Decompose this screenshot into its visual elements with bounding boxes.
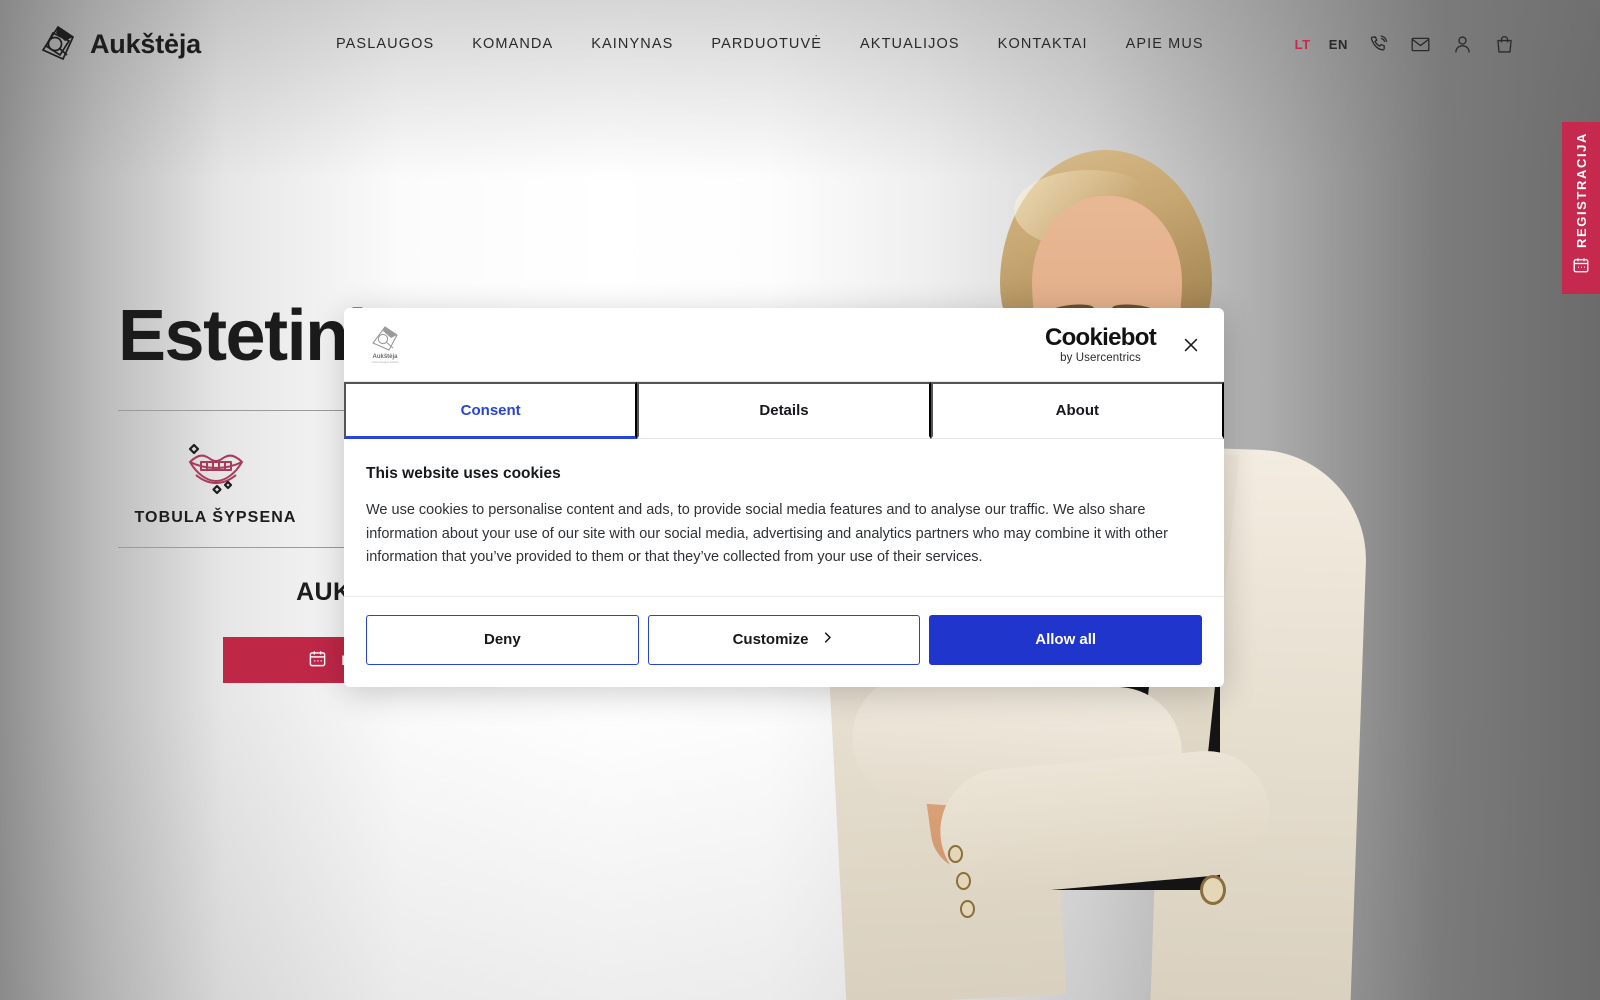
tab-details[interactable]: Details — [637, 382, 931, 439]
blazer-button-large — [1200, 875, 1226, 905]
envelope-icon[interactable] — [1408, 32, 1432, 56]
nav-item-apie-mus[interactable]: APIE MUS — [1126, 36, 1204, 52]
cookie-dialog-header: Aukštėja odontologijos klinika Cookiebot… — [344, 308, 1224, 382]
cookie-dialog-body: This website uses cookies We use cookies… — [344, 439, 1224, 597]
deny-button-label: Deny — [483, 631, 521, 649]
brand-logo[interactable]: Aukštėja — [38, 24, 201, 64]
nav-item-kontaktai[interactable]: KONTAKTAI — [998, 36, 1088, 52]
tab-about[interactable]: About — [930, 382, 1224, 439]
main-navigation: PASLAUGOS KOMANDA KAINYNAS PARDUOTUVĖ AK… — [336, 36, 1204, 52]
chevron-right-icon — [820, 630, 835, 649]
cookie-dialog-header-right: Cookiebot by Usercentrics — [1044, 323, 1204, 364]
user-icon[interactable] — [1450, 32, 1474, 56]
auksteja-logo-icon — [38, 24, 78, 64]
allow-all-button-label: Allow all — [1035, 631, 1097, 649]
cookie-dialog-tabs: Consent Details About — [344, 382, 1224, 439]
cookiebot-logo: Cookiebot by Usercentrics — [1044, 323, 1157, 364]
cookie-dialog-text: We use cookies to personalise content an… — [366, 502, 1168, 566]
nav-item-komanda[interactable]: KOMANDA — [472, 36, 553, 52]
phone-icon[interactable] — [1366, 32, 1390, 56]
allow-all-button[interactable]: Allow all — [929, 614, 1203, 665]
site-header: Aukštėja PASLAUGOS KOMANDA KAINYNAS PARD… — [0, 0, 1600, 88]
nav-item-aktualijos[interactable]: AKTUALIJOS — [860, 36, 960, 52]
hero-feature: TOBULA ŠYPSENA — [118, 435, 313, 527]
cookie-consent-dialog: Aukštėja odontologijos klinika Cookiebot… — [344, 308, 1224, 687]
shopping-bag-icon[interactable] — [1492, 32, 1516, 56]
calendar-icon — [1572, 256, 1590, 279]
cookie-dialog-actions: Deny Customize Allow all — [344, 597, 1224, 687]
blazer-button — [948, 845, 963, 863]
smiling-lips-icon — [177, 435, 255, 497]
side-registration-label: REGISTRACIJA — [1573, 132, 1589, 248]
side-registration-tab[interactable]: REGISTRACIJA — [1562, 122, 1600, 294]
deny-button[interactable]: Deny — [366, 614, 639, 665]
auksteja-logo-icon: Aukštėja odontologijos klinika — [368, 324, 402, 366]
page-root: Aukštėja PASLAUGOS KOMANDA KAINYNAS PARD… — [0, 0, 1600, 1000]
customize-button[interactable]: Customize — [647, 614, 921, 665]
hero-feature-label: TOBULA ŠYPSENA — [134, 509, 297, 526]
brand-name: Aukštėja — [90, 28, 201, 59]
language-en[interactable]: EN — [1329, 37, 1348, 52]
cookiebot-name: Cookiebot — [1044, 323, 1157, 351]
blazer-button — [960, 900, 975, 918]
cookie-dialog-heading: This website uses cookies — [366, 465, 561, 482]
close-icon[interactable] — [1178, 332, 1204, 358]
tab-consent[interactable]: Consent — [344, 382, 638, 439]
nav-item-parduotuve[interactable]: PARDUOTUVĖ — [711, 36, 822, 52]
calendar-icon — [308, 649, 327, 671]
customize-button-label: Customize — [732, 631, 809, 649]
cookiebot-subtitle: by Usercentrics — [1060, 351, 1141, 364]
blazer-button — [956, 872, 971, 890]
svg-text:odontologijos klinika: odontologijos klinika — [372, 360, 399, 364]
nav-item-kainynas[interactable]: KAINYNAS — [591, 36, 673, 52]
header-utilities: LT EN — [1295, 32, 1516, 56]
language-lt[interactable]: LT — [1295, 37, 1311, 52]
nav-item-paslaugos[interactable]: PASLAUGOS — [336, 36, 434, 52]
